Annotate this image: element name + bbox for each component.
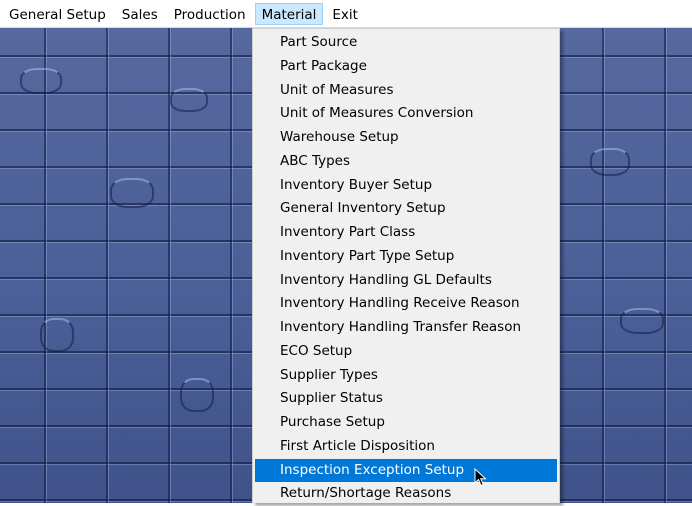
menu-production[interactable]: Production bbox=[167, 3, 253, 25]
menu-general-setup[interactable]: General Setup bbox=[2, 3, 113, 25]
background-texture bbox=[620, 308, 664, 334]
menu-item-part-package[interactable]: Part Package bbox=[253, 55, 559, 79]
menu-item-unit-of-measures-conversion[interactable]: Unit of Measures Conversion bbox=[253, 102, 559, 126]
background-texture bbox=[590, 148, 630, 176]
background-texture bbox=[110, 178, 154, 208]
background-texture bbox=[180, 378, 214, 412]
menu-item-warehouse-setup[interactable]: Warehouse Setup bbox=[253, 126, 559, 150]
menu-item-inventory-buyer-setup[interactable]: Inventory Buyer Setup bbox=[253, 174, 559, 198]
menu-item-supplier-status[interactable]: Supplier Status bbox=[253, 387, 559, 411]
material-dropdown-menu: Part Source Part Package Unit of Measure… bbox=[252, 28, 560, 503]
background-texture bbox=[40, 318, 74, 352]
menu-item-inventory-handling-transfer-reason[interactable]: Inventory Handling Transfer Reason bbox=[253, 316, 559, 340]
menu-item-return-shortage-reasons[interactable]: Return/Shortage Reasons bbox=[253, 482, 559, 506]
background-texture bbox=[20, 68, 62, 94]
menu-item-unit-of-measures[interactable]: Unit of Measures bbox=[253, 79, 559, 103]
menu-item-first-article-disposition[interactable]: First Article Disposition bbox=[253, 435, 559, 459]
menu-item-general-inventory-setup[interactable]: General Inventory Setup bbox=[253, 197, 559, 221]
menu-sales[interactable]: Sales bbox=[115, 3, 165, 25]
menu-item-abc-types[interactable]: ABC Types bbox=[253, 150, 559, 174]
menu-item-supplier-types[interactable]: Supplier Types bbox=[253, 364, 559, 388]
menu-item-inventory-part-type-setup[interactable]: Inventory Part Type Setup bbox=[253, 245, 559, 269]
menubar: General Setup Sales Production Material … bbox=[0, 0, 692, 28]
menu-item-inventory-handling-receive-reason[interactable]: Inventory Handling Receive Reason bbox=[253, 292, 559, 316]
menu-item-part-source[interactable]: Part Source bbox=[253, 31, 559, 55]
menu-exit[interactable]: Exit bbox=[325, 3, 365, 25]
menu-material[interactable]: Material bbox=[254, 2, 324, 25]
menu-item-inventory-part-class[interactable]: Inventory Part Class bbox=[253, 221, 559, 245]
mouse-pointer-icon bbox=[474, 468, 487, 487]
menu-item-purchase-setup[interactable]: Purchase Setup bbox=[253, 411, 559, 435]
menu-item-inventory-handling-gl-defaults[interactable]: Inventory Handling GL Defaults bbox=[253, 269, 559, 293]
menu-item-eco-setup[interactable]: ECO Setup bbox=[253, 340, 559, 364]
menu-item-inspection-exception-setup[interactable]: Inspection Exception Setup bbox=[255, 458, 557, 483]
background-texture bbox=[170, 88, 208, 112]
